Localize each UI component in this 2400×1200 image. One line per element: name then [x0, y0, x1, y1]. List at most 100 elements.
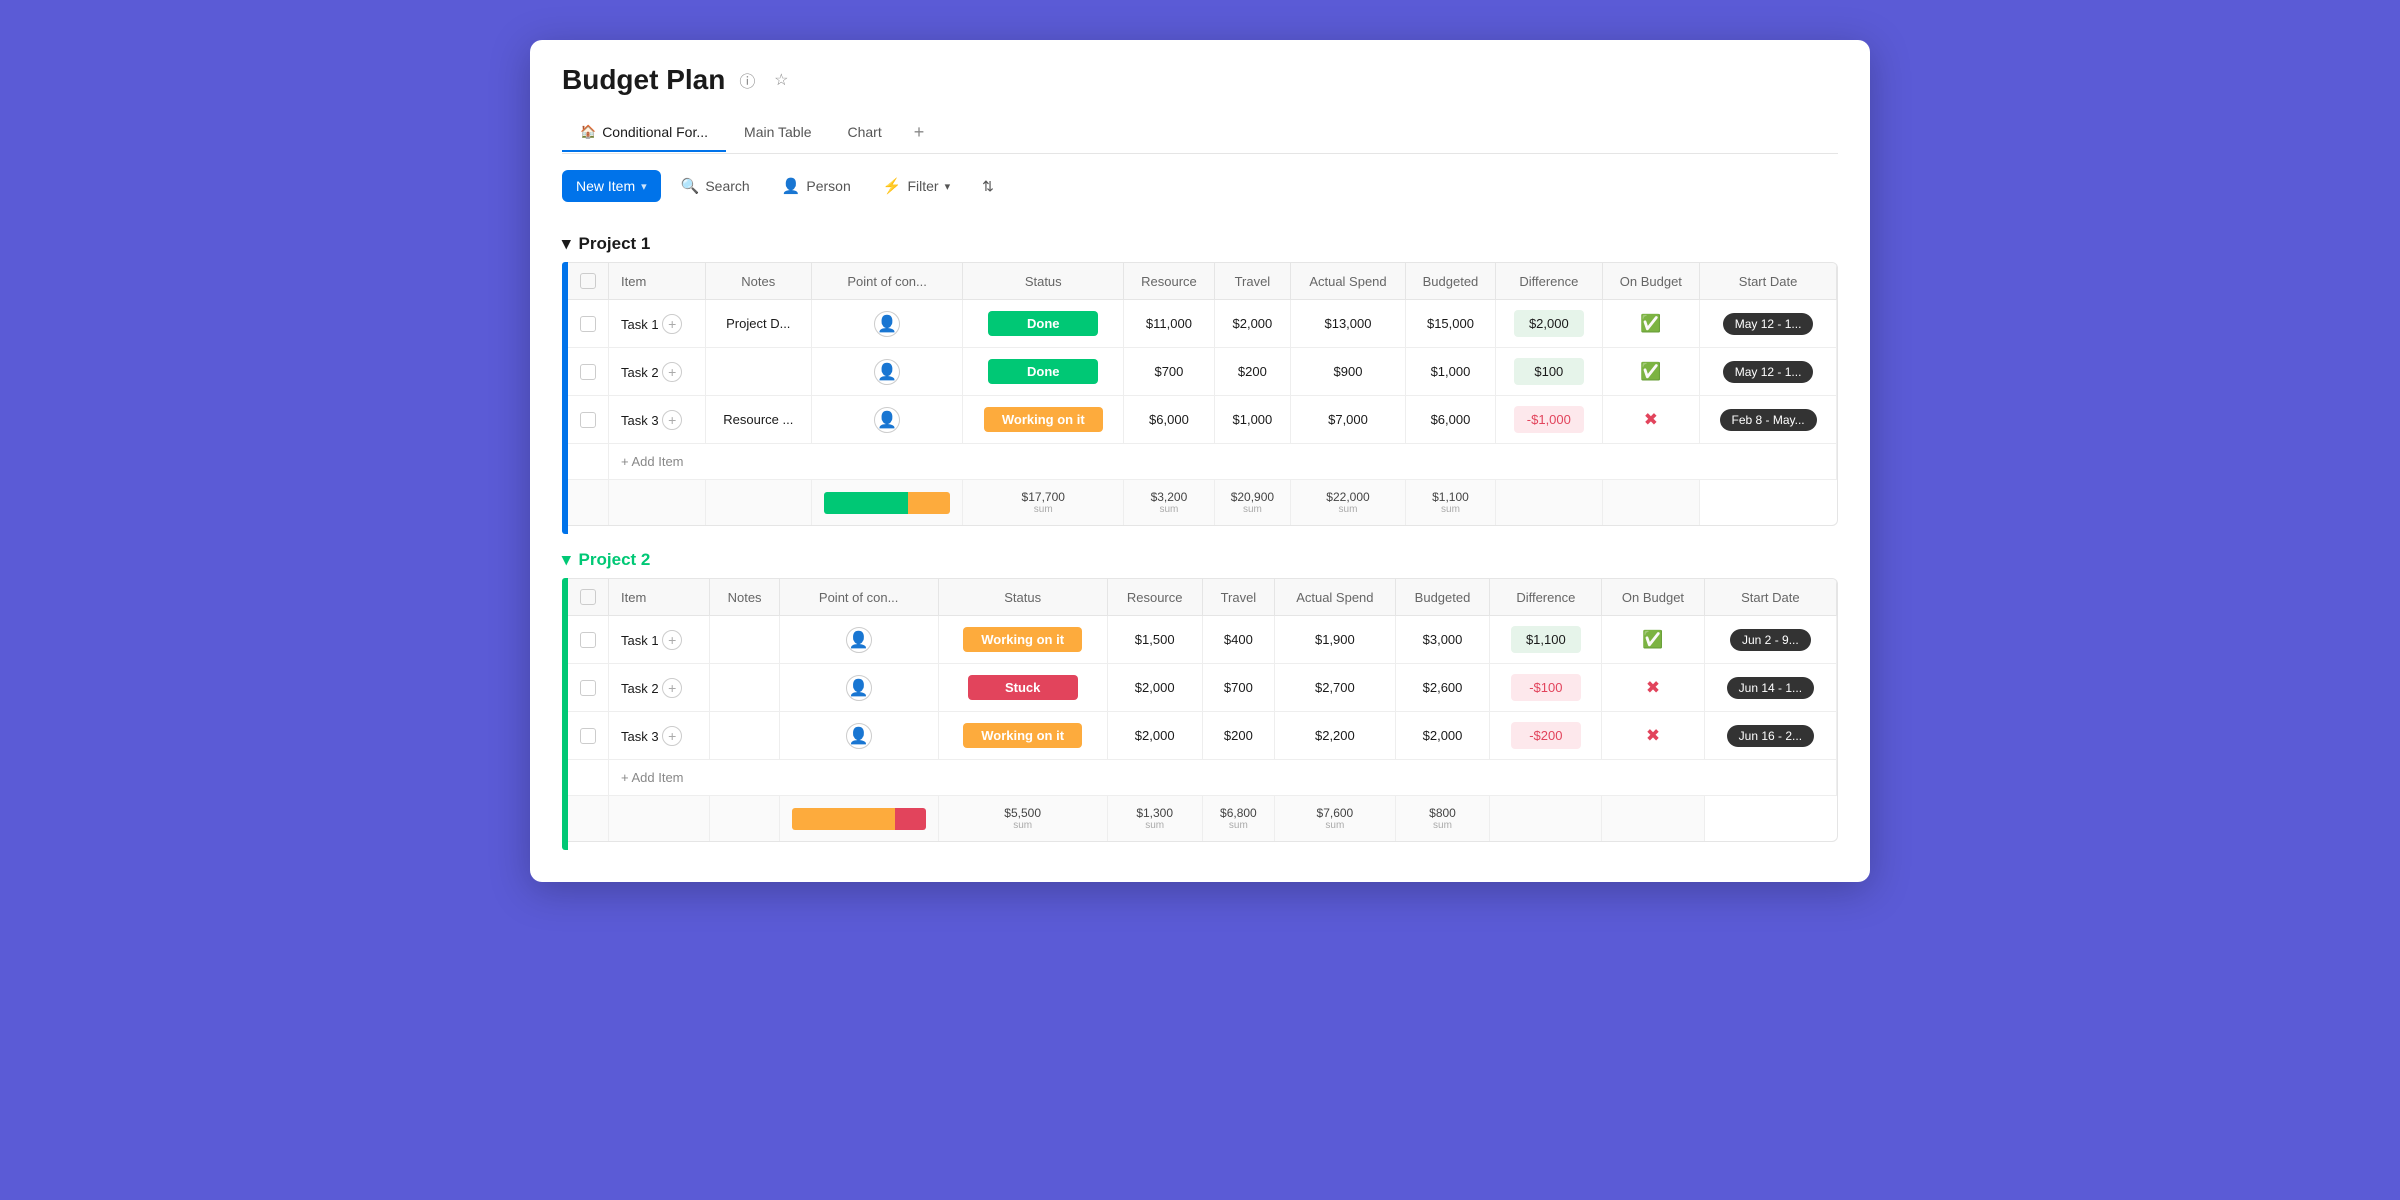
p2r2-avatar[interactable]: 👤 — [846, 675, 872, 701]
p2r3-checkbox-cell — [568, 712, 609, 760]
tabs-row: 🏠 Conditional For... Main Table Chart + — [562, 112, 1838, 154]
header2-checkbox[interactable] — [580, 589, 596, 605]
p2sum-blank3 — [710, 796, 779, 842]
filter-chevron-icon: ▾ — [945, 180, 951, 193]
p2r1-date-badge: Jun 2 - 9... — [1730, 629, 1811, 651]
row3-avatar[interactable]: 👤 — [874, 407, 900, 433]
row3-resource: $6,000 — [1124, 396, 1214, 444]
group2-progress-bar — [792, 808, 926, 830]
p2r2-checkbox-cell — [568, 664, 609, 712]
tab-conditional[interactable]: 🏠 Conditional For... — [562, 114, 726, 152]
row2-avatar[interactable]: 👤 — [874, 359, 900, 385]
p2-progress-orange — [792, 808, 895, 830]
group1-sum-row: $17,700 sum $3,200 sum $20,900 sum — [568, 480, 1837, 526]
row2-notes — [705, 348, 812, 396]
row1-on-budget: ✅ — [1602, 300, 1700, 348]
row1-check-icon: ✅ — [1640, 314, 1661, 333]
search-button[interactable]: 🔍 Search — [669, 170, 762, 202]
row2-difference: $100 — [1496, 348, 1602, 396]
group2-chevron: ▾ — [562, 550, 571, 570]
add-item-button[interactable]: + Add Item — [609, 444, 1837, 480]
info-icon[interactable]: ⓘ — [735, 68, 759, 92]
row1-item: Task 1 + — [609, 300, 706, 348]
p2r1-status-badge[interactable]: Working on it — [963, 627, 1082, 652]
p2r3-difference: -$200 — [1490, 712, 1602, 760]
tab-chart-label: Chart — [847, 124, 881, 140]
p2r1-status: Working on it — [938, 616, 1107, 664]
row2-add-note[interactable]: + — [662, 362, 682, 382]
p2r1-avatar[interactable]: 👤 — [846, 627, 872, 653]
table-row: Task 2 + 👤 Done $700 $200 $900 $1,000 $1… — [568, 348, 1837, 396]
p2r3-add-note[interactable]: + — [662, 726, 682, 746]
p2r2-add-note[interactable]: + — [662, 678, 682, 698]
tab-main-table[interactable]: Main Table — [726, 114, 829, 152]
search-label: Search — [705, 178, 749, 194]
col-notes: Notes — [705, 263, 812, 300]
table-row: Task 3 + Resource ... 👤 Working on it $6… — [568, 396, 1837, 444]
row3-status-badge[interactable]: Working on it — [984, 407, 1103, 432]
row3-add-note[interactable]: + — [662, 410, 682, 430]
row1-notes: Project D... — [705, 300, 812, 348]
p2r2-checkbox[interactable] — [580, 680, 596, 696]
p2r2-status-badge[interactable]: Stuck — [968, 675, 1078, 700]
p2sum-resource: $5,500 sum — [938, 796, 1107, 842]
search-icon: 🔍 — [681, 177, 700, 195]
add-item-checkbox-cell — [568, 444, 609, 480]
row3-on-budget: ✖ — [1602, 396, 1700, 444]
col-status: Status — [963, 263, 1124, 300]
person-button[interactable]: 👤 Person — [770, 170, 863, 202]
col-point-of-contact: Point of con... — [812, 263, 963, 300]
p2r1-add-note[interactable]: + — [662, 630, 682, 650]
p2r1-checkbox[interactable] — [580, 632, 596, 648]
p2r3-status-badge[interactable]: Working on it — [963, 723, 1082, 748]
row2-date-badge: May 12 - 1... — [1723, 361, 1814, 383]
row2-budgeted: $1,000 — [1405, 348, 1495, 396]
col2-checkbox — [568, 579, 609, 616]
header-checkbox[interactable] — [580, 273, 596, 289]
star-icon[interactable]: ☆ — [769, 68, 793, 92]
title-row: Budget Plan ⓘ ☆ — [562, 64, 1838, 96]
row1-add-note[interactable]: + — [662, 314, 682, 334]
p2r3-status: Working on it — [938, 712, 1107, 760]
group2-title: Project 2 — [579, 550, 651, 570]
progress-orange — [908, 492, 950, 514]
row1-avatar[interactable]: 👤 — [874, 311, 900, 337]
p2r3-checkbox[interactable] — [580, 728, 596, 744]
tab-chart[interactable]: Chart — [829, 114, 899, 152]
p2-add-item-button[interactable]: + Add Item — [609, 760, 1837, 796]
col-resource: Resource — [1124, 263, 1214, 300]
col2-difference: Difference — [1490, 579, 1602, 616]
group2-sum-row: $5,500 sum $1,300 sum $6,800 sum — [568, 796, 1837, 842]
content: ▾ Project 1 Item Notes Point of con... S… — [530, 218, 1870, 882]
person-label: Person — [806, 178, 850, 194]
row1-status-badge[interactable]: Done — [988, 311, 1098, 336]
sum-budgeted: $22,000 sum — [1291, 480, 1406, 526]
add-tab-button[interactable]: + — [900, 112, 939, 153]
col2-resource: Resource — [1107, 579, 1202, 616]
filter-button[interactable]: ⚡ Filter ▾ — [871, 170, 962, 202]
row3-date: Feb 8 - May... — [1700, 396, 1837, 444]
tab-conditional-label: Conditional For... — [602, 124, 708, 140]
row2-status-badge[interactable]: Done — [988, 359, 1098, 384]
sort-button[interactable]: ⇅ — [970, 171, 1006, 202]
col-travel: Travel — [1214, 263, 1291, 300]
row1-checkbox[interactable] — [580, 316, 596, 332]
col-start-date: Start Date — [1700, 263, 1837, 300]
row2-checkbox[interactable] — [580, 364, 596, 380]
new-item-button[interactable]: New Item ▾ — [562, 170, 661, 202]
row3-diff-badge: -$1,000 — [1514, 406, 1584, 433]
row2-check-icon: ✅ — [1640, 362, 1661, 381]
p2r3-avatar[interactable]: 👤 — [846, 723, 872, 749]
group1-header[interactable]: ▾ Project 1 — [562, 218, 1838, 262]
row3-checkbox[interactable] — [580, 412, 596, 428]
group2-header[interactable]: ▾ Project 2 — [562, 534, 1838, 578]
p2r1-on-budget: ✅ — [1602, 616, 1705, 664]
col2-travel: Travel — [1202, 579, 1275, 616]
row3-notes: Resource ... — [705, 396, 812, 444]
p2r3-date: Jun 16 - 2... — [1704, 712, 1836, 760]
sum-blank2 — [609, 480, 706, 526]
sum-blank3 — [705, 480, 812, 526]
col-difference: Difference — [1496, 263, 1602, 300]
p2r2-status: Stuck — [938, 664, 1107, 712]
p2r1-difference: $1,100 — [1490, 616, 1602, 664]
